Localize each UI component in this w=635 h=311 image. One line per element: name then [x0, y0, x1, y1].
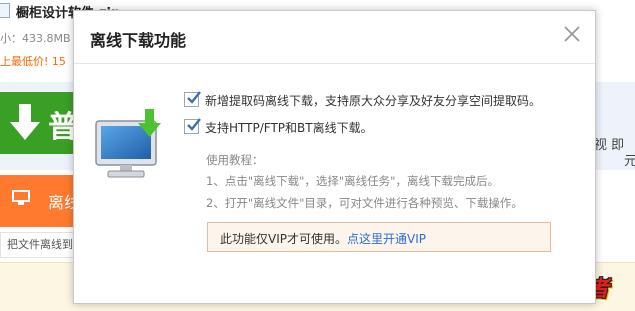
offline-download-dialog: 离线下载功能 新增提取码离线下载，支持原大众分享及好友分享空间提取码。 支持HT… [73, 10, 596, 304]
offline-download-icon [12, 190, 30, 205]
vip-notice-text: 此功能仅VIP才可使用。 [220, 232, 347, 246]
file-icon [0, 3, 10, 18]
vip-notice-message: 此功能仅VIP才可使用。点这里开通VIP [220, 230, 426, 247]
right-text-2: 元 [624, 154, 635, 169]
checkbox-http-ftp-bt[interactable] [184, 118, 201, 134]
tutorial-step-2: 2、打开"离线文件"目录，可对文件进行各种预览、下载操作。 [206, 196, 523, 210]
dialog-title: 离线下载功能 [90, 31, 187, 50]
dialog-divider [74, 63, 595, 64]
right-text-1: 视 即 [594, 138, 625, 153]
open-vip-link[interactable]: 点这里开通VIP [347, 232, 426, 246]
option-extract-code-label: 新增提取码离线下载，支持原大众分享及好友分享空间提取码。 [205, 94, 542, 108]
tutorial-title: 使用教程： [206, 153, 264, 167]
checkmark-icon [187, 91, 201, 104]
file-size: 小：433.8MB [0, 32, 71, 45]
checkbox-extract-code[interactable] [184, 91, 201, 107]
tutorial-step-1: 1、点击"离线下载"，选择"离线任务"，离线下载完成后。 [206, 174, 499, 188]
monitor-download-icon [95, 109, 161, 178]
checkmark-icon [187, 118, 201, 131]
download-arrow-icon [10, 104, 40, 140]
vip-notice: 此功能仅VIP才可使用。点这里开通VIP [207, 222, 551, 252]
option-http-ftp-bt-label: 支持HTTP/FTP和BT离线下载。 [205, 121, 373, 135]
close-icon[interactable] [563, 25, 581, 43]
price-note: 上最低价! 15 [0, 55, 66, 68]
